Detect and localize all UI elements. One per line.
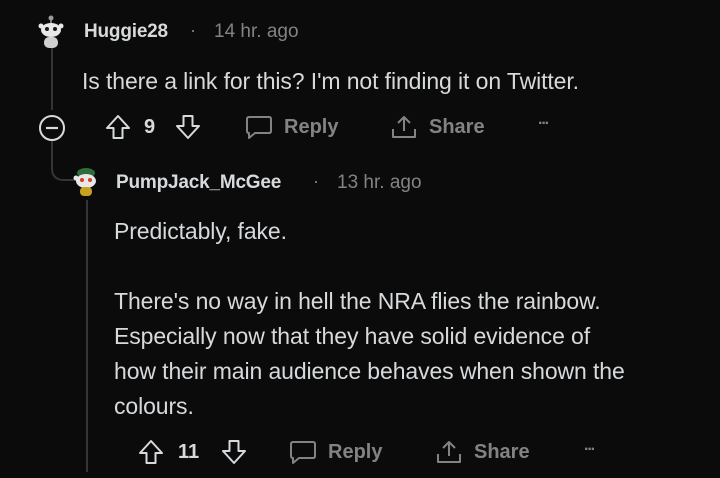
snoo-avatar-icon xyxy=(38,15,64,48)
share-button[interactable]: Share xyxy=(389,113,485,141)
share-label: Share xyxy=(474,440,530,463)
speech-bubble-icon xyxy=(246,116,272,139)
avatar[interactable] xyxy=(70,166,102,198)
comment-body: Is there a link for this? I'm not findin… xyxy=(82,64,702,99)
upvote-button[interactable] xyxy=(137,438,165,466)
comment-author[interactable]: PumpJack_McGee xyxy=(116,172,281,194)
thread-line-child[interactable] xyxy=(86,200,88,472)
collapse-button[interactable] xyxy=(37,113,67,143)
speech-bubble-icon xyxy=(290,441,316,464)
snoo-avatar-icon xyxy=(73,168,96,196)
share-icon xyxy=(392,116,416,138)
more-options-button[interactable]: ··· xyxy=(584,441,596,459)
thread-line-parent[interactable] xyxy=(51,48,53,110)
comment-line: colours. xyxy=(114,393,194,419)
reply-button[interactable]: Reply xyxy=(244,113,338,141)
downvote-button[interactable] xyxy=(220,438,248,466)
vote-count: 9 xyxy=(144,116,156,138)
downvote-arrow-icon xyxy=(176,115,200,139)
downvote-button[interactable] xyxy=(174,113,202,141)
avatar[interactable] xyxy=(34,14,68,50)
meta-separator: · xyxy=(190,20,196,40)
reply-button[interactable]: Reply xyxy=(288,438,382,466)
comment-timestamp[interactable]: 13 hr. ago xyxy=(337,172,422,194)
vote-count: 11 xyxy=(178,441,200,463)
comment-body: Predictably, fake. There's no way in hel… xyxy=(114,214,714,424)
share-label: Share xyxy=(429,115,485,138)
comment-timestamp[interactable]: 14 hr. ago xyxy=(214,21,299,43)
share-button[interactable]: Share xyxy=(434,438,530,466)
comment-line: how their main audience behaves when sho… xyxy=(114,358,625,384)
upvote-arrow-icon xyxy=(106,115,130,139)
comment-author[interactable]: Huggie28 xyxy=(84,21,168,43)
comment-paragraph: Predictably, fake. xyxy=(114,218,287,244)
comment-line: Especially now that they have solid evid… xyxy=(114,323,591,349)
reply-label: Reply xyxy=(284,115,339,138)
upvote-arrow-icon xyxy=(139,440,163,464)
comment-paragraph: Is there a link for this? I'm not findin… xyxy=(82,68,579,94)
more-options-button[interactable]: ··· xyxy=(538,115,550,133)
comment-line: There's no way in hell the NRA flies the… xyxy=(114,288,601,314)
more-dots-icon: ··· xyxy=(538,115,550,132)
meta-separator: · xyxy=(313,171,319,191)
more-dots-icon: ··· xyxy=(584,441,596,458)
downvote-arrow-icon xyxy=(222,440,246,464)
share-icon xyxy=(437,441,461,463)
reply-label: Reply xyxy=(328,440,383,463)
collapse-minus-icon xyxy=(39,115,65,141)
upvote-button[interactable] xyxy=(104,113,132,141)
